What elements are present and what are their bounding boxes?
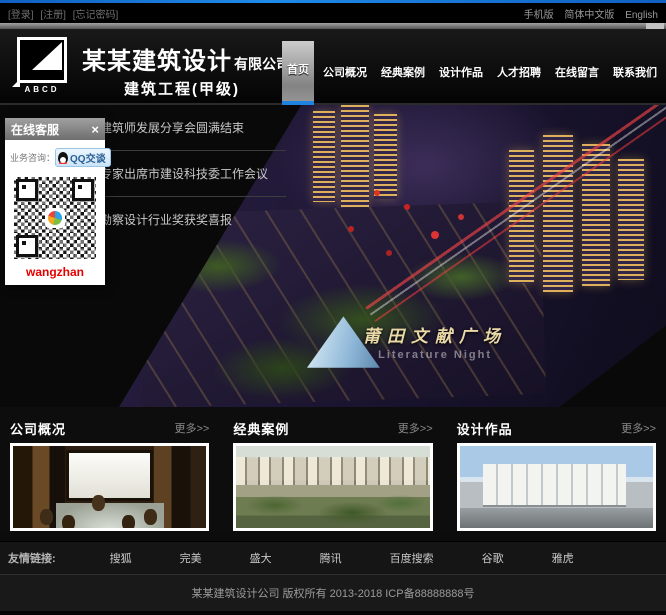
news-item[interactable]: 专家出席市建设科技委工作会议 <box>100 151 286 197</box>
service-panel-title: 在线客服 <box>11 121 59 138</box>
english-version-link[interactable]: English <box>625 10 658 21</box>
qr-finder-icon <box>16 179 38 201</box>
qq-penguin-icon <box>58 152 68 164</box>
nav-item-design-works[interactable]: 设计作品 <box>434 41 488 105</box>
simplified-chinese-link[interactable]: 简体中文版 <box>564 10 614 21</box>
nav-item-recruitment[interactable]: 人才招聘 <box>492 41 546 105</box>
ground-shape <box>460 508 653 528</box>
news-list: 建筑师发展分享会圆满结束 专家出席市建设科技委工作会议 勘察设计行业奖获奖喜报 <box>100 105 286 242</box>
company-title-block: 某某建筑设计有限公司 建筑工程(甲级) <box>82 41 290 99</box>
building-shape <box>483 464 626 505</box>
nav-item-classic-cases[interactable]: 经典案例 <box>376 41 430 105</box>
design-works-image[interactable] <box>457 443 656 531</box>
service-panel-header: 在线客服 × <box>5 118 105 140</box>
banner-caption: 莆田文献广场 Literature Night <box>363 322 507 361</box>
news-item[interactable]: 勘察设计行业奖获奖喜报 <box>100 197 286 242</box>
friend-link-wanmei[interactable]: 完美 <box>180 550 202 566</box>
friend-link-shengda[interactable]: 盛大 <box>250 550 272 566</box>
section-title: 公司概况 <box>10 419 66 438</box>
copyright-text: 某某建筑设计公司 版权所有 2013-2018 ICP备88888888号 <box>191 585 474 601</box>
company-logo[interactable]: ABCD <box>12 37 72 94</box>
login-link[interactable]: [登录] <box>8 10 34 21</box>
logo-triangle-icon <box>32 42 62 70</box>
forgot-password-link[interactable]: [忘记密码] <box>73 10 119 21</box>
friend-link-tencent[interactable]: 腾讯 <box>320 550 342 566</box>
buildings-shape <box>236 457 429 485</box>
qq-chat-button[interactable]: QQ交谈 <box>55 148 111 167</box>
friend-link-sohu[interactable]: 搜狐 <box>110 550 132 566</box>
banner-subtitle: Literature Night <box>363 349 507 361</box>
nav-item-message-board[interactable]: 在线留言 <box>550 41 604 105</box>
qr-caption: wangzhan <box>10 265 100 279</box>
nav-item-company-overview[interactable]: 公司概况 <box>318 41 372 105</box>
more-link[interactable]: 更多>> <box>621 420 656 436</box>
banner-tower <box>341 105 369 208</box>
footer: 某某建筑设计公司 版权所有 2013-2018 ICP备88888888号 <box>0 574 666 615</box>
logo-corner-icon <box>12 79 20 87</box>
logo-text: ABCD <box>12 85 72 94</box>
section-design-works: 设计作品 更多>> <box>457 413 656 531</box>
version-links: 手机版 简体中文版 English <box>516 6 658 21</box>
banner-tower <box>313 111 335 202</box>
news-item[interactable]: 建筑师发展分享会圆满结束 <box>100 105 286 151</box>
header: ABCD 某某建筑设计有限公司 建筑工程(甲级) 首页 公司概况 经典案例 设计… <box>0 29 666 105</box>
register-link[interactable]: [注册] <box>40 10 66 21</box>
company-qualification: 建筑工程(甲级) <box>124 78 290 99</box>
qq-chat-label: QQ交谈 <box>70 150 106 165</box>
banner-title: 莆田文献广场 <box>363 322 507 347</box>
service-panel-body: 业务咨询： QQ交谈 wangzhan <box>5 140 105 285</box>
banner-tower <box>618 159 643 280</box>
friend-link-google[interactable]: 谷歌 <box>482 550 504 566</box>
close-icon[interactable]: × <box>91 123 99 136</box>
company-name: 某某建筑设计 <box>82 48 232 75</box>
conference-table-shape <box>56 503 164 528</box>
banner-tower <box>374 114 396 199</box>
more-link[interactable]: 更多>> <box>174 420 209 436</box>
logo-square-icon <box>17 37 67 83</box>
qr-center-logo-icon <box>45 208 65 228</box>
online-service-panel: 在线客服 × 业务咨询： QQ交谈 wangzhan <box>5 118 105 285</box>
nav-item-home[interactable]: 首页 <box>282 41 314 105</box>
qr-code <box>12 175 98 261</box>
banner-balloons <box>374 190 380 196</box>
friend-link-yahoo[interactable]: 雅虎 <box>552 550 574 566</box>
projection-screen-shape <box>69 453 150 499</box>
main-banner-area: 建筑师发展分享会圆满结束 专家出席市建设科技委工作会议 勘察设计行业奖获奖喜报 … <box>0 105 666 407</box>
qr-finder-icon <box>16 235 38 257</box>
mobile-version-link[interactable]: 手机版 <box>524 10 554 21</box>
qr-finder-icon <box>72 179 94 201</box>
topbar: [登录] [注册] [忘记密码] 手机版 简体中文版 English <box>0 3 666 23</box>
classic-cases-image[interactable] <box>233 443 432 531</box>
chairs-shape <box>40 509 53 525</box>
friend-links-bar: 友情链接: 搜狐 完美 盛大 腾讯 百度搜索 谷歌 雅虎 <box>0 541 666 574</box>
section-title: 经典案例 <box>233 419 289 438</box>
more-link[interactable]: 更多>> <box>398 420 433 436</box>
nav-item-contact-us[interactable]: 联系我们 <box>608 41 662 105</box>
section-title: 设计作品 <box>457 419 513 438</box>
company-overview-image[interactable] <box>10 443 209 531</box>
account-links: [登录] [注册] [忘记密码] <box>8 6 122 21</box>
friend-links-label: 友情链接: <box>8 550 56 566</box>
consult-label: 业务咨询： <box>10 151 55 164</box>
content-sections: 公司概况 更多>> 经典案例 更多>> 设计作品 更多>> <box>0 407 666 531</box>
friend-link-baidu[interactable]: 百度搜索 <box>390 550 434 566</box>
section-company-overview: 公司概况 更多>> <box>10 413 209 531</box>
main-nav: 首页 公司概况 经典案例 设计作品 人才招聘 在线留言 联系我们 <box>280 41 664 105</box>
greenery-shape <box>236 490 429 528</box>
section-classic-cases: 经典案例 更多>> <box>233 413 432 531</box>
